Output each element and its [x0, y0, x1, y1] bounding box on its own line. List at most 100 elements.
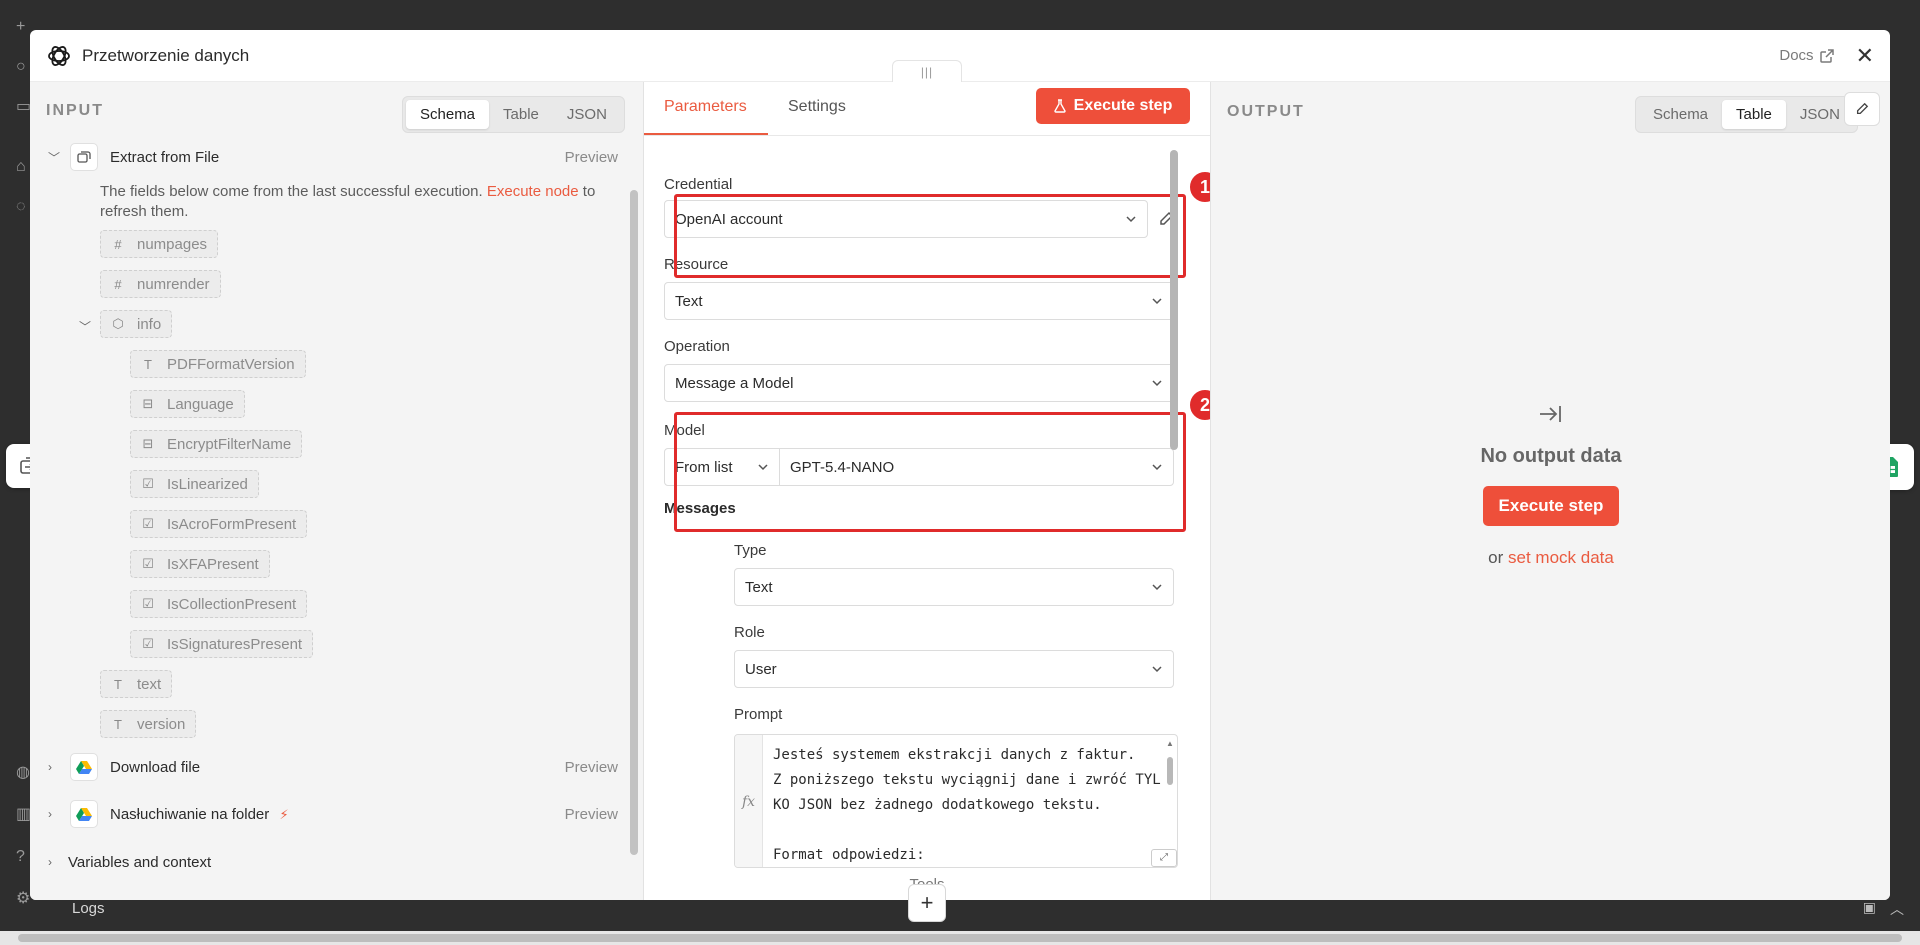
string-type-icon: T: [144, 356, 152, 372]
field-islinearized[interactable]: ☑ IsLinearized: [130, 470, 259, 498]
array-type-icon: ⊟: [142, 396, 154, 411]
panel-drag-handle[interactable]: |||: [892, 60, 962, 82]
parameters-panel: Parameters Settings Execute step Credent…: [644, 82, 1222, 900]
field-iscollectionpresent[interactable]: ☑ IsCollectionPresent: [130, 590, 308, 618]
expression-fx-icon[interactable]: fx: [735, 735, 763, 867]
field-isxfapresent[interactable]: ☑ IsXFAPresent: [130, 550, 270, 578]
prompt-text[interactable]: Jesteś systemem ekstrakcji danych z fakt…: [773, 743, 1165, 867]
modal-title: Przetworzenie danych: [82, 45, 250, 65]
field-info[interactable]: ⬡ info: [100, 310, 173, 338]
output-panel-label: OUTPUT: [1227, 103, 1305, 120]
scrollbar-thumb[interactable]: [630, 190, 638, 855]
credential-label: Credential: [664, 176, 733, 193]
input-panel: INPUT Schema Table JSON ﹀ Extract from F…: [30, 82, 644, 900]
add-tool-button[interactable]: +: [908, 884, 946, 922]
parameters-scrollbar[interactable]: [1170, 140, 1178, 830]
field-issignaturespresent[interactable]: ☑ IsSignaturesPresent: [130, 630, 314, 658]
chevron-down-icon[interactable]: ﹀: [48, 149, 60, 166]
input-node-extract-from-file[interactable]: ﹀ Extract from File Preview: [30, 142, 630, 172]
chevron-down-icon: [1152, 298, 1162, 305]
field-version[interactable]: Tversion: [100, 710, 197, 738]
input-tab-table[interactable]: Table: [489, 100, 553, 129]
field-label: IsXFAPresent: [167, 555, 259, 573]
chevron-up-icon[interactable]: ︿: [1890, 899, 1904, 919]
input-tab-schema[interactable]: Schema: [406, 100, 490, 129]
schema-note: The fields below come from the last succ…: [100, 182, 630, 222]
resource-select[interactable]: Text: [664, 282, 1174, 320]
field-numrender[interactable]: # numrender: [100, 270, 221, 298]
chevron-right-icon[interactable]: ›: [48, 807, 52, 821]
field-isacroformpresent[interactable]: ☑ IsAcroFormPresent: [130, 510, 308, 538]
preview-link[interactable]: Preview: [565, 149, 618, 166]
execute-step-button[interactable]: Execute step: [1036, 88, 1190, 124]
expand-editor-icon[interactable]: ⤢: [1151, 849, 1177, 867]
logs-label[interactable]: Logs: [72, 900, 105, 917]
preview-link[interactable]: Preview: [565, 759, 618, 776]
resource-value: Text: [675, 292, 703, 310]
role-select[interactable]: User: [734, 650, 1174, 688]
message-type-select[interactable]: Text: [734, 568, 1174, 606]
prompt-editor[interactable]: fx Jesteś systemem ekstrakcji danych z f…: [734, 734, 1178, 868]
boolean-type-icon: ☑: [142, 476, 154, 491]
variables-label: Variables and context: [68, 853, 212, 871]
node-details-modal: Przetworzenie danych Docs ✕ ||| INPUT Sc…: [30, 30, 1890, 900]
active-tab-indicator: [644, 133, 768, 135]
object-type-icon: ⬡: [112, 316, 124, 331]
preview-link[interactable]: Preview: [565, 806, 618, 823]
extract-file-icon: [70, 143, 98, 171]
prompt-label: Prompt: [734, 706, 783, 723]
input-scrollbar[interactable]: [630, 170, 638, 855]
google-drive-icon: [70, 753, 98, 781]
field-label: version: [137, 715, 186, 733]
tab-settings[interactable]: Settings: [788, 98, 846, 116]
operation-select[interactable]: Message a Model: [664, 364, 1174, 402]
output-execute-step-button[interactable]: Execute step: [1482, 486, 1620, 526]
pencil-icon: [1856, 102, 1869, 115]
input-node-folder-trigger[interactable]: › Nasłuchiwanie na folder ⚡ Preview: [30, 799, 630, 829]
field-label: IsLinearized: [167, 475, 248, 493]
scrollbar-thumb[interactable]: [1170, 150, 1178, 450]
field-label: info: [137, 315, 162, 333]
input-panel-label: INPUT: [46, 102, 104, 119]
field-language[interactable]: ⊟ Language: [130, 390, 245, 418]
field-numpages[interactable]: # numpages: [100, 230, 219, 258]
pop-out-icon[interactable]: ▣: [1863, 899, 1876, 919]
field-pdfformatversion[interactable]: T PDFFormatVersion: [130, 350, 306, 378]
chevron-right-icon[interactable]: ›: [48, 760, 52, 774]
field-label: IsSignaturesPresent: [167, 635, 303, 653]
chevron-down-icon: [1152, 666, 1162, 673]
arrow-to-line-icon: [1540, 406, 1561, 422]
scrollbar-thumb[interactable]: [18, 934, 1902, 942]
input-view-switch: Schema Table JSON: [402, 96, 625, 133]
close-icon[interactable]: ✕: [1856, 44, 1874, 67]
chevron-down-icon[interactable]: ﹀: [79, 318, 91, 335]
field-encryptfiltername[interactable]: ⊟ EncryptFilterName: [130, 430, 303, 458]
field-label: text: [137, 675, 162, 693]
tab-parameters[interactable]: Parameters: [664, 98, 747, 116]
number-type-icon: #: [114, 276, 122, 292]
google-drive-icon: [70, 800, 98, 828]
docs-link[interactable]: Docs: [1779, 47, 1834, 64]
array-type-icon: ⊟: [142, 436, 154, 451]
input-tab-json[interactable]: JSON: [553, 100, 621, 129]
horizontal-scrollbar[interactable]: [0, 931, 1920, 945]
output-tab-schema[interactable]: Schema: [1639, 100, 1722, 129]
field-text[interactable]: Ttext: [100, 670, 173, 698]
execute-node-link[interactable]: Execute node: [487, 183, 579, 200]
set-mock-data-link[interactable]: set mock data: [1508, 548, 1614, 567]
chevron-down-icon: [1152, 584, 1162, 591]
output-panel: OUTPUT Schema Table JSON No output data …: [1210, 82, 1890, 900]
operation-label: Operation: [664, 338, 730, 355]
node-name: Extract from File: [110, 148, 220, 166]
node-name-text: Nasłuchiwanie na folder: [110, 805, 270, 823]
variables-and-context[interactable]: › Variables and context: [30, 847, 630, 877]
output-tab-table[interactable]: Table: [1722, 100, 1786, 129]
field-label: PDFFormatVersion: [167, 355, 295, 373]
edit-output-button[interactable]: [1844, 92, 1880, 126]
role-value: User: [745, 660, 777, 678]
input-node-download-file[interactable]: › Download file Preview: [30, 752, 630, 782]
flask-icon: [1053, 99, 1066, 113]
chevron-right-icon[interactable]: ›: [48, 855, 52, 869]
chevron-down-icon: [1152, 380, 1162, 387]
message-type-value: Text: [745, 578, 773, 596]
